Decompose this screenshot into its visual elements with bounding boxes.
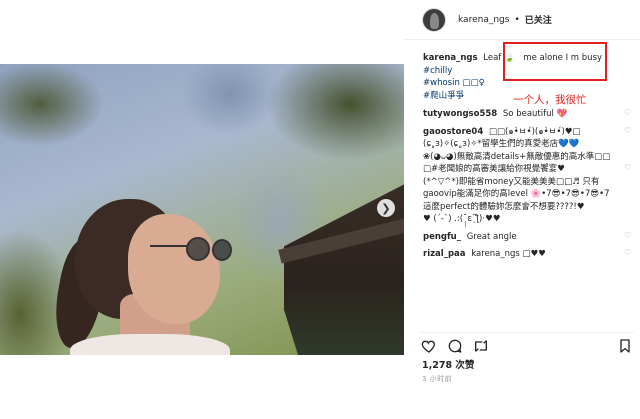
share-button[interactable] — [472, 337, 490, 355]
annotation-text: 一个人，我很忙 — [513, 94, 587, 106]
comment-text: Great angle — [466, 231, 517, 242]
post-header: karena_ngs • 已关注 — [404, 0, 640, 40]
sunglasses-lens — [212, 239, 232, 261]
comment-text: So beautiful 💖 — [502, 109, 568, 119]
heart-icon[interactable]: ♡ — [624, 249, 632, 257]
heart-icon[interactable]: ♡ — [624, 164, 632, 172]
annotation-box — [503, 42, 607, 81]
comment-continued: (*^▽^*)即能省money又能美美美□□♬ 只有gaoovip能滿足你的高l… — [423, 176, 628, 214]
comment-username[interactable]: gaoostore04 — [423, 127, 483, 137]
comment-text: karena_ngs □♥♥ — [471, 249, 546, 259]
comment-continued: □#老闆娘的高審美讓給你視覺饗宴♥ ♡ — [423, 163, 631, 176]
sunglasses-temple — [150, 245, 188, 247]
comment: rizal_paa karena_ngs □♥♥ ♡ — [423, 248, 631, 261]
comment-username[interactable]: rizal_paa — [423, 249, 466, 259]
comment-username[interactable]: pengfu_ — [423, 232, 461, 242]
caption-username[interactable]: karena_ngs — [423, 53, 478, 63]
save-button[interactable] — [616, 337, 634, 355]
avatar[interactable] — [422, 7, 446, 32]
comment-username[interactable]: tutywongso558 — [423, 109, 497, 119]
sunglasses-lens — [186, 237, 210, 261]
comment: pengfu_ Great angle ♡ — [423, 231, 631, 244]
header-username[interactable]: karena_ngs — [458, 15, 509, 25]
post-time: 3 小时前 — [422, 375, 453, 383]
heart-icon[interactable]: ♡ — [624, 126, 632, 135]
comment-text: (*^▽^*)即能省money又能美美美□□♬ 只有gaoovip能滿足你的高l… — [423, 176, 610, 212]
action-bar — [420, 332, 634, 355]
comment-continued: ♥ (´-`) .:(˘̩̩̩ε˘̩ƪ)·♥♥ — [423, 213, 628, 226]
follow-button[interactable]: 已关注 — [525, 13, 552, 26]
share-icon — [475, 339, 487, 352]
bookmark-icon — [620, 338, 630, 353]
likes-count[interactable]: 1,278 次赞 — [422, 357, 474, 371]
next-photo-button[interactable]: ❯ — [377, 199, 395, 217]
comment-text: ❀(◕ᴗ◕)無敵高清details+無敵優惠的高水準□□ — [423, 151, 611, 162]
comment: gaoostore04 □□(๑•̀ㅂ•́)(๑•̀ㅂ•́)♥□ (ɕ˳ɜ)✧(… — [423, 126, 631, 151]
post-photo[interactable] — [0, 64, 404, 355]
comment-icon — [448, 339, 462, 353]
heart-icon[interactable]: ♡ — [624, 109, 632, 117]
chevron-right-icon: ❯ — [381, 201, 391, 215]
separator-dot: • — [514, 14, 520, 25]
heart-icon — [421, 340, 435, 353]
comment-text: □#老闆娘的高審美讓給你視覺饗宴♥ — [423, 164, 565, 174]
face — [128, 214, 220, 324]
comments-list: karena_ngs Leaf 🍃 me alone I m busy #chi… — [423, 52, 631, 261]
sunglasses — [150, 237, 232, 263]
comment: tutywongso558 So beautiful 💖 ♡ — [423, 108, 631, 121]
shirt — [70, 334, 230, 355]
like-button[interactable] — [420, 337, 438, 355]
comment-text: ♥ (´-`) .:(˘̩̩̩ε˘̩ƪ)·♥♥ — [423, 214, 501, 224]
comment-button[interactable] — [446, 337, 464, 355]
heart-icon[interactable]: ♡ — [624, 231, 632, 240]
comment-continued: ❀(◕ᴗ◕)無敵高清details+無敵優惠的高水準□□ — [423, 151, 628, 164]
